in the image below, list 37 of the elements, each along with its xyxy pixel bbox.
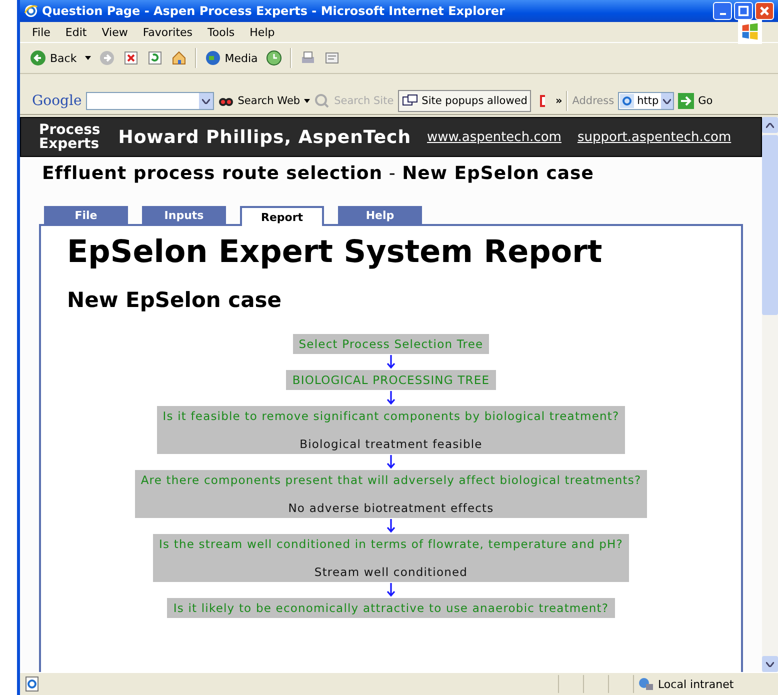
tab[interactable]: File <box>44 206 128 224</box>
address-label: Address <box>572 95 614 107</box>
google-logo[interactable]: Google <box>32 93 82 109</box>
question-text: Is it feasible to remove significant components by biological treatment? <box>162 409 620 423</box>
window-title: Question Page - Aspen Process Experts - Microsoft Internet Explorer <box>42 4 506 18</box>
report-subtitle: New EpSelon case <box>67 288 283 312</box>
header-link[interactable]: www.aspentech.com <box>427 130 562 144</box>
question-text: Is it likely to be economically attractive to use anaerobic treatment? <box>173 601 609 615</box>
answer-text: No adverse biotreatment effects <box>288 501 494 515</box>
question-text: Is the stream well conditioned in terms of flowrate, temperature and pH? <box>159 537 623 551</box>
menu-item[interactable]: Favorites <box>142 26 193 38</box>
question-text: Are there components present that will adversely affect biological treatments? <box>140 473 642 487</box>
menu-item[interactable]: Edit <box>65 26 87 38</box>
tab[interactable]: Inputs <box>142 206 226 224</box>
security-zone: Local intranet <box>658 678 734 690</box>
more-button[interactable]: » <box>555 95 562 107</box>
back-button[interactable]: Back <box>30 50 77 66</box>
go-button[interactable]: Go <box>678 93 713 109</box>
question-text: BIOLOGICAL PROCESSING TREE <box>292 373 490 387</box>
popups-button[interactable]: Site popups allowed <box>398 90 532 112</box>
report-title: EpSelon Expert System Report <box>67 234 604 270</box>
question-text: Select Process Selection Tree <box>298 337 484 351</box>
header-link[interactable]: support.aspentech.com <box>577 130 732 144</box>
menu-item[interactable]: File <box>32 26 50 38</box>
tab[interactable]: Help <box>338 206 422 224</box>
menu-item[interactable]: View <box>102 26 128 38</box>
search-web-button[interactable]: Search Web <box>218 93 300 109</box>
answer-text: Biological treatment feasible <box>300 437 482 451</box>
answer-text: Stream well conditioned <box>314 565 468 579</box>
site-logo: Process Experts <box>39 123 100 151</box>
media-button[interactable]: Media <box>204 50 258 66</box>
address-field[interactable]: http <box>618 92 674 110</box>
menu-item[interactable]: Tools <box>208 26 235 38</box>
author-name: Howard Phillips, AspenTech <box>118 126 412 148</box>
page-title: Effluent process route selection - New EpSelon case <box>42 163 595 184</box>
tab[interactable]: Report <box>240 206 324 226</box>
menu-item[interactable]: Help <box>250 26 275 38</box>
